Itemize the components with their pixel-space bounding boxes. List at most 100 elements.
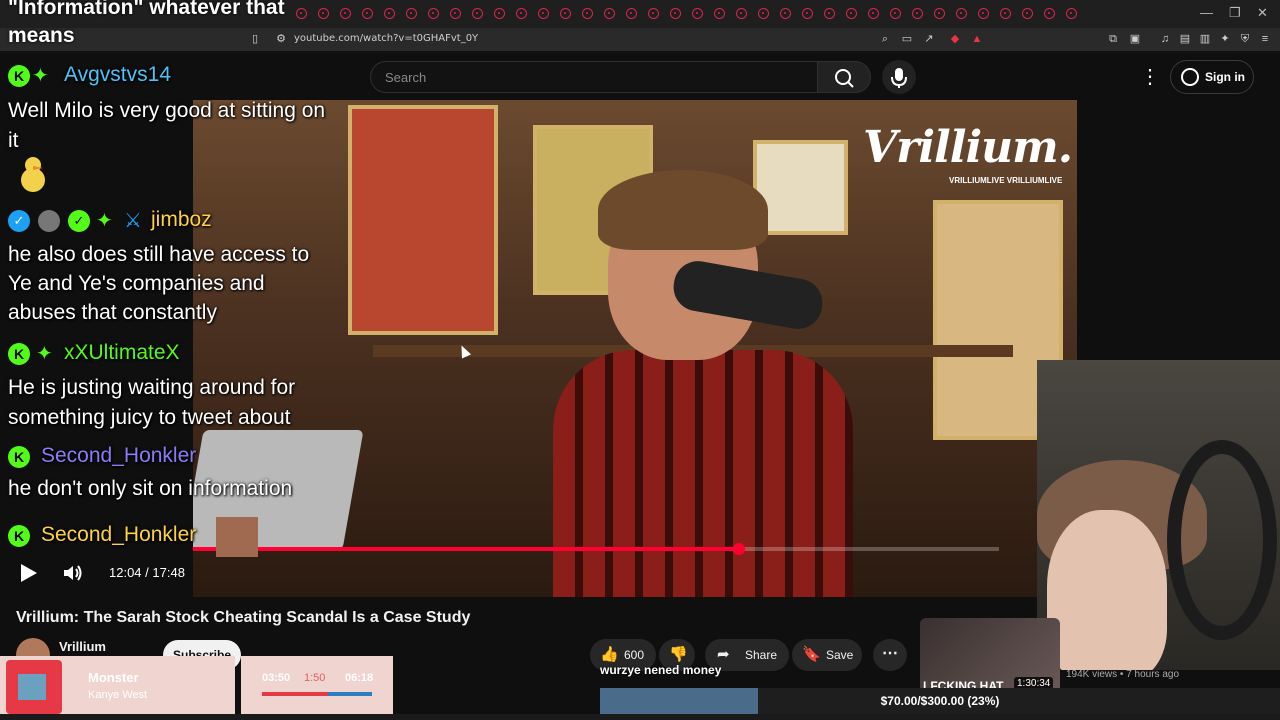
song-progress-fill <box>262 692 328 696</box>
browser-tab-favicon-icon[interactable] <box>560 8 571 19</box>
live-caption: wurzye nened money <box>600 663 722 677</box>
close-window-icon[interactable]: ✕ <box>1257 5 1268 21</box>
sub-badge-icon: ✦ <box>36 343 53 365</box>
bookmark-save-icon: 🔖 <box>802 646 821 663</box>
minimize-icon[interactable]: — <box>1200 5 1213 20</box>
browser-tab-favicon-icon[interactable] <box>516 8 527 19</box>
share-label: Share <box>745 648 778 662</box>
media-icon[interactable]: ♫ <box>1158 32 1172 46</box>
cast-icon[interactable]: ▭ <box>900 32 914 46</box>
sign-in-button[interactable]: Sign in <box>1170 60 1254 94</box>
browser-tab-favicon-icon[interactable] <box>604 8 615 19</box>
account-icon <box>1181 68 1199 86</box>
now-playing-widget <box>0 656 235 714</box>
extensions-icon[interactable]: ⧉ <box>1106 32 1120 46</box>
browser-tab-favicon-icon[interactable] <box>824 8 835 19</box>
search-button[interactable] <box>817 61 871 93</box>
browser-tab-favicon-icon[interactable] <box>1044 8 1055 19</box>
leo-icon[interactable]: ✦ <box>1218 32 1232 46</box>
video-title: Vrillium: The Sarah Stock Cheating Scand… <box>16 609 471 626</box>
browser-tab-favicon-icon[interactable] <box>670 8 681 19</box>
chat-username: jimboz <box>151 208 212 231</box>
maximize-icon[interactable]: ❐ <box>1229 5 1241 21</box>
browser-tab-favicon-icon[interactable] <box>868 8 879 19</box>
kick-badge-icon: K <box>8 446 30 468</box>
screenshot-icon[interactable]: ▣ <box>1128 32 1142 46</box>
voice-search-button[interactable] <box>882 60 916 94</box>
browser-tab-favicon-icon[interactable] <box>934 8 945 19</box>
browser-tab-favicon-icon[interactable] <box>890 8 901 19</box>
browser-tab-favicon-icon[interactable] <box>714 8 725 19</box>
channel-name[interactable]: Vrillium <box>59 639 106 654</box>
browser-tab-favicon-icon[interactable] <box>978 8 989 19</box>
chat-message: he also does still have access to Ye and… <box>8 243 310 324</box>
browser-tab-favicon-icon[interactable] <box>1000 8 1011 19</box>
search-input[interactable]: Search <box>370 61 818 93</box>
song-total-time: 06:18 <box>345 672 374 684</box>
browser-tab-favicon-icon[interactable] <box>450 8 461 19</box>
verified-badge-icon: ✓ <box>8 210 30 232</box>
zoom-icon[interactable]: ⌕ <box>878 32 892 46</box>
donation-goal-text: $70.00/$300.00 (23%) <box>880 694 1000 708</box>
browser-tab-favicon-icon[interactable] <box>582 8 593 19</box>
browser-tab-favicon-icon[interactable] <box>626 8 637 19</box>
donation-goal-bar: $70.00/$300.00 (23%) <box>600 688 1280 714</box>
recommendation-meta: 194K views • 7 hours ago <box>1066 669 1180 680</box>
screen: — ❐ ✕ ▯ ⚙ youtube.com/watch?v=t0GHAFvt_0… <box>0 0 1280 720</box>
current-time: 12:04 <box>109 565 142 580</box>
video-scrubber[interactable] <box>732 543 745 555</box>
chat-username: Second_Honkler <box>41 523 197 546</box>
chat-message: He is justing waiting around for somethi… <box>8 376 296 429</box>
verified-green-badge-icon: ✓ <box>68 210 90 232</box>
save-label: Save <box>826 648 854 662</box>
browser-tab-favicon-icon[interactable] <box>1066 8 1077 19</box>
time-display: 12:04 / 17:48 <box>109 565 185 580</box>
browser-tab-favicon-icon[interactable] <box>494 8 505 19</box>
brave-rewards-icon[interactable]: ▲ <box>970 32 984 46</box>
browser-tab-favicon-icon[interactable] <box>846 8 857 19</box>
sidebar-icon[interactable]: ▤ <box>1178 32 1192 46</box>
user-avatar-badge <box>38 210 60 232</box>
song-current-time: 03:50 <box>262 672 291 684</box>
browser-tab-favicon-icon[interactable] <box>538 8 549 19</box>
chat-message: Well Milo is very good at sitting on it <box>8 99 326 152</box>
browser-tab-favicon-icon[interactable] <box>648 8 659 19</box>
volume-icon[interactable] <box>62 563 84 583</box>
brand-handles: VRILLIUMLIVE VRILLIUMLIVE <box>949 176 1063 185</box>
host-figure <box>553 150 853 597</box>
chat-username: Avgvstvs14 <box>64 63 171 86</box>
browser-tab-favicon-icon[interactable] <box>1022 8 1033 19</box>
headset <box>1167 440 1277 640</box>
browser-tab-favicon-icon[interactable] <box>692 8 703 19</box>
browser-tab-favicon-icon[interactable] <box>956 8 967 19</box>
vpn-icon[interactable]: ⛨ <box>1238 32 1252 46</box>
browser-tab-favicon-icon[interactable] <box>428 8 439 19</box>
browser-tab-favicon-icon[interactable] <box>780 8 791 19</box>
browser-tab-favicon-icon[interactable] <box>758 8 769 19</box>
browser-tab-favicon-icon[interactable] <box>472 8 483 19</box>
taskbar-strip <box>0 714 1280 720</box>
album-art <box>6 660 62 714</box>
menu-icon[interactable]: ≡ <box>1258 32 1272 46</box>
browser-tab-favicon-icon[interactable] <box>362 8 373 19</box>
browser-tab-favicon-icon[interactable] <box>736 8 747 19</box>
sign-in-label: Sign in <box>1205 70 1245 84</box>
save-button[interactable]: 🔖 Save <box>792 639 862 671</box>
chat-message: he don't only sit on information <box>8 477 293 500</box>
sub-badge-icon: ✦ <box>96 210 113 232</box>
overlay-title: "Information" whatever that means <box>8 0 285 47</box>
share-page-icon[interactable]: ↗ <box>922 32 936 46</box>
wallet-icon[interactable]: ▥ <box>1198 32 1212 46</box>
search-icon <box>835 69 854 88</box>
settings-kebab-icon[interactable]: ⋮ <box>1140 64 1160 89</box>
play-icon[interactable] <box>21 564 37 582</box>
like-count: 600 <box>624 648 645 662</box>
browser-tab-favicon-icon[interactable] <box>912 8 923 19</box>
browser-tab-favicon-icon[interactable] <box>340 8 351 19</box>
browser-tab-favicon-icon[interactable] <box>406 8 417 19</box>
browser-tab-favicon-icon[interactable] <box>802 8 813 19</box>
kick-badge-icon: K <box>8 343 30 365</box>
browser-tab-favicon-icon[interactable] <box>384 8 395 19</box>
more-actions-icon[interactable]: ⋯ <box>873 639 907 671</box>
brave-shield-icon[interactable]: ◆ <box>948 32 962 46</box>
